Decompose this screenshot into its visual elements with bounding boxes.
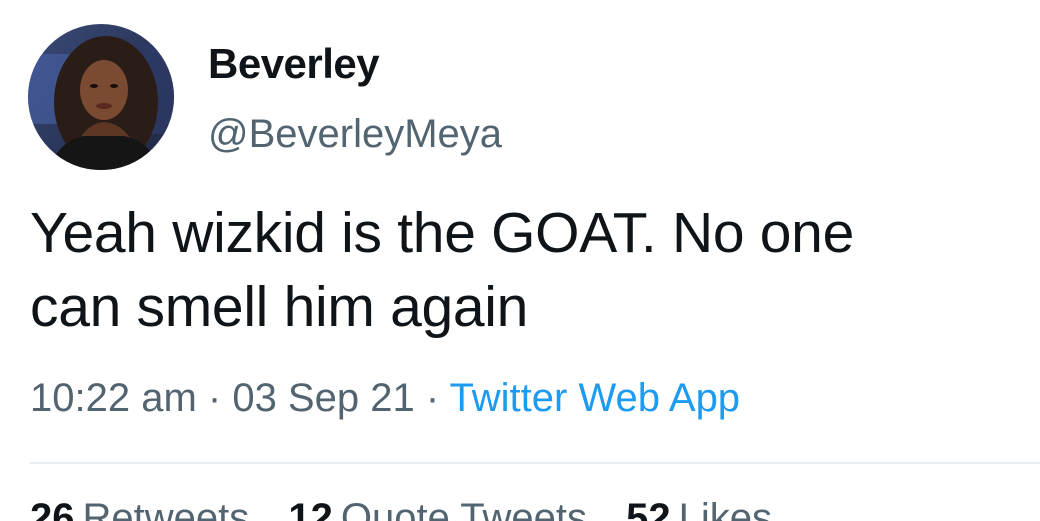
tweet-text-line-1: Yeah wizkid is the GOAT. No one [30, 201, 854, 265]
tweet-card: Beverley @BeverleyMeya Yeah wizkid is th… [0, 0, 1040, 521]
author-name[interactable]: Beverley [208, 40, 380, 88]
tweet-text: Yeah wizkid is the GOAT. No one can smel… [30, 196, 1030, 344]
meta-separator: · [414, 376, 450, 420]
quote-tweets-stat[interactable]: 12 Quote Tweets [288, 496, 587, 521]
tweet-meta: 10:22 am · 03 Sep 21 · Twitter Web App [30, 376, 740, 421]
divider [30, 462, 1040, 464]
retweets-stat[interactable]: 26 Retweets [30, 496, 249, 521]
tweet-stats: 26 Retweets 12 Quote Tweets 52 Likes [30, 496, 800, 521]
tweet-text-line-2: can smell him again [30, 275, 529, 339]
tweet-date[interactable]: 03 Sep 21 [232, 376, 414, 420]
tweet-source-link[interactable]: Twitter Web App [450, 376, 741, 420]
quote-tweets-label: Quote Tweets [340, 496, 587, 521]
retweets-count: 26 [30, 496, 75, 521]
avatar[interactable] [28, 24, 174, 170]
likes-stat[interactable]: 52 Likes [626, 496, 772, 521]
avatar-photo-icon [28, 24, 174, 170]
meta-separator: · [196, 376, 233, 420]
likes-count: 52 [626, 496, 671, 521]
retweets-label: Retweets [82, 496, 250, 521]
tweet-time[interactable]: 10:22 am [30, 376, 197, 420]
quote-tweets-count: 12 [288, 496, 333, 521]
likes-label: Likes [678, 496, 772, 521]
author-handle[interactable]: @BeverleyMeya [208, 112, 502, 157]
